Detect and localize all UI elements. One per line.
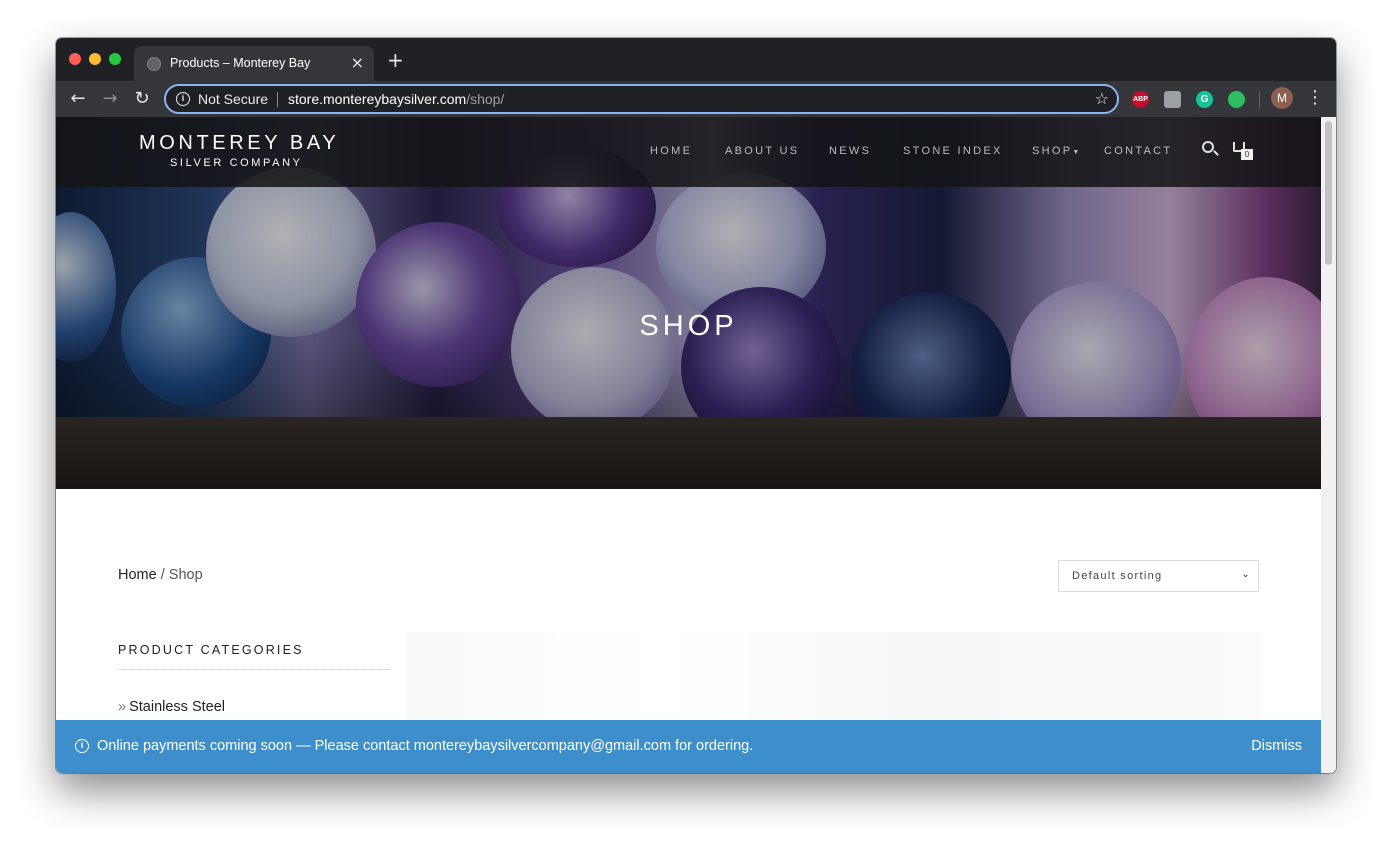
back-arrow-icon[interactable]: ←	[66, 87, 90, 111]
tab-title: Products – Monterey Bay	[170, 56, 311, 70]
site-logo-subtitle[interactable]: SILVER COMPANY	[170, 157, 303, 169]
nav-stone-index[interactable]: STONE INDEX	[903, 145, 1003, 157]
page-viewport: SHOP MONTEREY BAY SILVER COMPANY HOME AB…	[56, 117, 1321, 773]
grammarly-icon[interactable]: G	[1196, 91, 1213, 108]
info-icon[interactable]: i	[176, 92, 190, 106]
extension-icon[interactable]	[1164, 91, 1181, 108]
adblock-icon[interactable]: ABP	[1132, 91, 1149, 108]
reload-icon[interactable]: ↻	[130, 87, 154, 111]
evernote-icon[interactable]	[1228, 91, 1245, 108]
category-item[interactable]: » Stainless Steel	[118, 699, 225, 715]
store-notice-text: Online payments coming soon — Please con…	[97, 738, 754, 754]
page-title: SHOP	[639, 310, 738, 342]
product-grid-placeholder	[406, 632, 1261, 727]
url-text[interactable]: store.montereybaysilver.com/shop/	[288, 91, 504, 107]
url-path: /shop/	[466, 91, 505, 107]
nav-about-us[interactable]: ABOUT US	[725, 145, 799, 157]
nav-home[interactable]: HOME	[650, 145, 692, 157]
close-tab-icon[interactable]: ×	[351, 53, 364, 72]
page-scrollbar[interactable]	[1321, 117, 1336, 773]
nav-shop-label: SHOP	[1032, 145, 1073, 157]
zoom-window-button[interactable]	[109, 53, 121, 65]
divider	[277, 92, 278, 107]
store-notice-bar: i Online payments coming soon — Please c…	[56, 720, 1321, 773]
category-label: Stainless Steel	[129, 699, 225, 715]
nav-shop[interactable]: SHOP▼	[1032, 145, 1079, 157]
caret-down-icon: ▼	[1072, 149, 1080, 156]
browser-toolbar: ← → ↻ i Not Secure store.montereybaysilv…	[56, 81, 1336, 117]
divider	[1259, 91, 1260, 108]
sorting-select[interactable]: Default sorting ⌄	[1058, 560, 1259, 592]
cart-count-badge[interactable]: 0	[1241, 149, 1253, 160]
breadcrumb-home-link[interactable]: Home	[118, 567, 157, 583]
breadcrumb-current: Shop	[168, 567, 203, 583]
globe-icon	[147, 57, 161, 71]
raquo-icon: »	[118, 699, 127, 715]
browser-window: Products – Monterey Bay × + ← → ↻ i Not …	[56, 38, 1336, 773]
close-window-button[interactable]	[69, 53, 81, 65]
search-icon[interactable]	[1202, 141, 1214, 153]
widget-divider	[118, 669, 389, 670]
address-bar[interactable]: i Not Secure store.montereybaysilver.com…	[164, 84, 1119, 114]
dismiss-link[interactable]: Dismiss	[1251, 738, 1302, 754]
sidebar-widget-title: PRODUCT CATEGORIES	[118, 643, 304, 657]
forward-arrow-icon[interactable]: →	[98, 87, 122, 111]
browser-tab[interactable]: Products – Monterey Bay ×	[134, 46, 374, 81]
security-label[interactable]: Not Secure	[198, 91, 268, 107]
minimize-window-button[interactable]	[89, 53, 101, 65]
info-icon: i	[75, 739, 89, 753]
sorting-selected-value: Default sorting	[1072, 570, 1163, 582]
bookmark-star-icon[interactable]: ☆	[1095, 89, 1109, 108]
nav-news[interactable]: NEWS	[829, 145, 871, 157]
profile-avatar[interactable]: M	[1271, 87, 1293, 109]
url-host: store.montereybaysilver.com	[288, 91, 467, 107]
browser-menu-icon[interactable]: ⋮	[1306, 87, 1324, 109]
breadcrumb: Home / Shop	[118, 567, 203, 583]
tab-bar: Products – Monterey Bay × +	[56, 38, 1336, 81]
site-logo[interactable]: MONTEREY BAY	[139, 132, 339, 155]
breadcrumb-separator: /	[156, 567, 169, 583]
nav-contact[interactable]: CONTACT	[1104, 145, 1172, 157]
new-tab-button[interactable]: +	[387, 50, 404, 70]
site-header: MONTEREY BAY SILVER COMPANY HOME ABOUT U…	[56, 117, 1321, 187]
chevron-down-icon: ⌄	[1241, 569, 1251, 580]
scrollbar-thumb[interactable]	[1325, 121, 1332, 265]
